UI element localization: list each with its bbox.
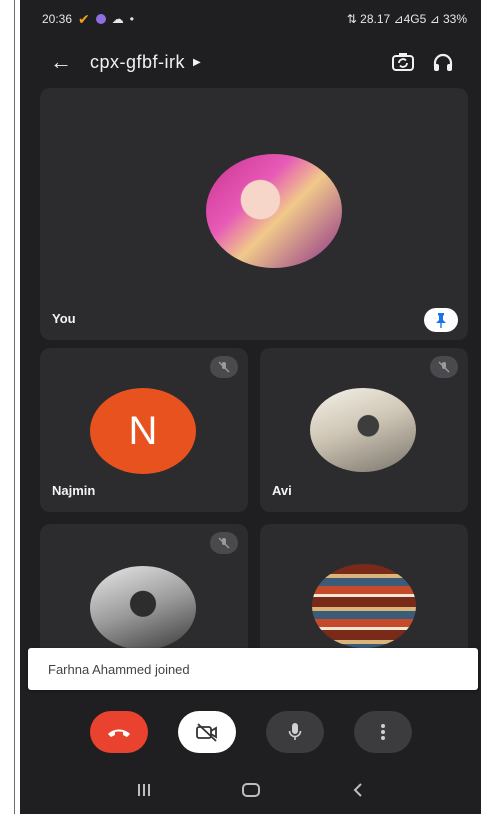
camera-toggle-button[interactable] [177, 711, 236, 753]
screenshot-border-left [14, 0, 15, 814]
join-notification-toast: Farhna Ahammed joined [28, 648, 478, 690]
avatar [90, 566, 196, 650]
app-notification-icon [95, 14, 106, 24]
participant-name: Avi [272, 483, 292, 498]
muted-mic-icon [210, 356, 238, 378]
meeting-code: cpx-gfbf-irk [90, 51, 186, 72]
participant-tile[interactable] [40, 524, 248, 664]
microphone-toggle-button[interactable] [265, 711, 324, 753]
avatar [206, 154, 342, 268]
end-call-button[interactable] [89, 711, 148, 753]
back-arrow-icon[interactable]: ← [50, 49, 90, 75]
participant-tile-you[interactable]: You [40, 88, 468, 340]
call-controls [20, 700, 481, 764]
mic-icon [288, 723, 301, 740]
toast-message: Farhna Ahammed joined [48, 661, 190, 677]
home-icon[interactable] [231, 782, 271, 798]
more-vert-icon [380, 724, 385, 740]
more-options-button[interactable] [353, 711, 412, 753]
muted-mic-icon [210, 532, 238, 554]
system-navigation-bar [20, 766, 481, 814]
status-indicators: ⇅ 28.17 ⊿4G5 ⊿ 33% [346, 12, 467, 26]
avatar-initial: N [128, 408, 158, 453]
end-call-icon [107, 729, 130, 737]
participant-tile-avi[interactable]: Avi [260, 348, 468, 512]
avatar: N [90, 388, 196, 474]
participant-tile[interactable] [260, 524, 468, 664]
avatar [312, 564, 416, 648]
check-icon: ✔ [78, 10, 90, 27]
back-nav-icon[interactable] [338, 782, 378, 798]
phone-screen: 20:36 ✔ ☁ • ⇅ 28.17 ⊿4G5 ⊿ 33% ← cpx-gfb… [20, 0, 481, 814]
status-bar: 20:36 ✔ ☁ • ⇅ 28.17 ⊿4G5 ⊿ 33% [20, 0, 481, 38]
muted-mic-icon [430, 356, 458, 378]
camera-off-icon [195, 723, 217, 742]
pin-icon[interactable] [424, 308, 458, 332]
status-time: 20:36 [42, 12, 73, 26]
cloud-icon: ☁ [111, 12, 124, 26]
avatar [310, 388, 416, 472]
app-bar: ← cpx-gfbf-irk ▶ [20, 40, 481, 84]
chevron-right-icon: ▶ [193, 56, 202, 68]
recents-icon[interactable] [124, 783, 164, 797]
participant-name: You [52, 311, 76, 326]
more-notifications-icon: • [129, 12, 134, 26]
participant-name: Najmin [52, 483, 96, 498]
headphones-icon[interactable] [423, 46, 463, 78]
meeting-code-button[interactable]: cpx-gfbf-irk ▶ [90, 52, 201, 73]
participant-tile-najmin[interactable]: N Najmin [40, 348, 248, 512]
switch-camera-icon[interactable] [383, 46, 423, 78]
